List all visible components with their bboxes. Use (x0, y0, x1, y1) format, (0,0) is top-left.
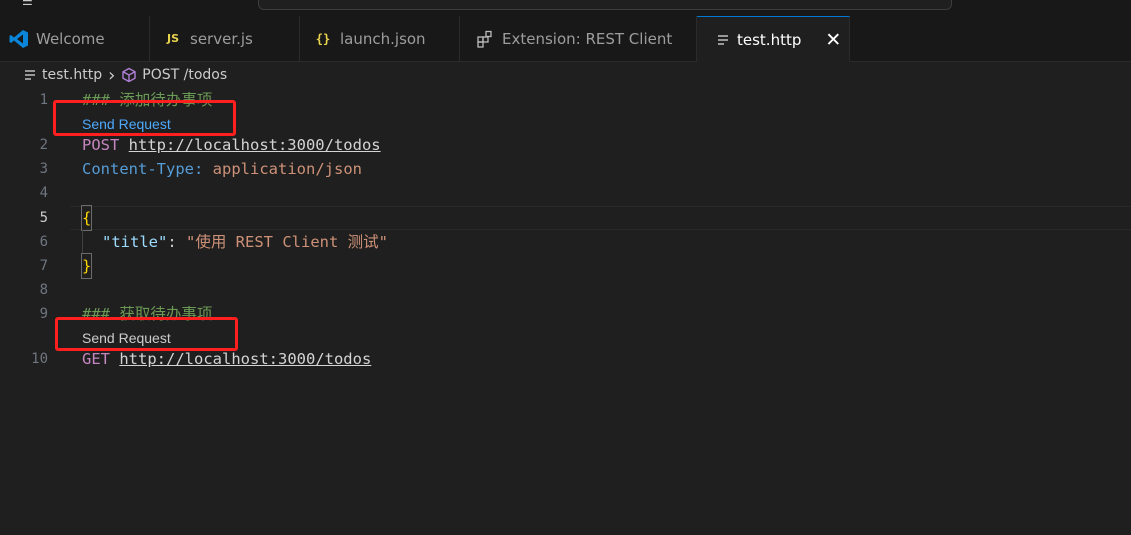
line-number: 2 (39, 137, 48, 153)
code-line-7: 7 } (0, 253, 1131, 279)
tab-label: test.http (737, 30, 802, 49)
tab-label: launch.json (340, 29, 426, 48)
vscode-icon (8, 29, 30, 49)
breadcrumb-file[interactable]: test.http (42, 67, 102, 83)
code-line-5: 5 { (0, 205, 1131, 231)
tab-label: server.js (190, 29, 253, 48)
line-number: 6 (39, 234, 48, 250)
text-file-icon (24, 69, 36, 81)
tab-label: Extension: REST Client (502, 29, 673, 48)
open-brace: { (80, 205, 93, 231)
title-bar: ☰ (0, 0, 1131, 16)
code-line-4: 4 (0, 181, 1131, 205)
tab-test-http[interactable]: test.http ✕ (697, 16, 850, 62)
highlight-box (55, 317, 238, 351)
chevron-right-icon: › (108, 64, 116, 86)
json-file-icon: {} (315, 31, 331, 46)
text-file-icon (715, 34, 731, 46)
breadcrumb: test.http › POST /todos (0, 61, 1131, 89)
editor-tab-bar: Welcome JS server.js {} launch.json Exte… (0, 16, 1131, 62)
highlight-box (53, 100, 236, 136)
js-file-icon: JS (166, 32, 179, 45)
tab-launch-json[interactable]: {} launch.json (300, 16, 460, 61)
line-number: 9 (39, 306, 48, 322)
tab-welcome[interactable]: Welcome (0, 16, 150, 61)
json-colon: : (167, 233, 177, 251)
request-url[interactable]: http://localhost:3000/todos (129, 136, 381, 154)
extension-icon (474, 30, 496, 48)
code-editor[interactable]: 1 ### 添加待办事项 Send Request 2 POST http://… (0, 88, 1131, 535)
json-value: "使用 REST Client 测试" (186, 233, 388, 251)
line-number: 8 (39, 282, 48, 298)
code-line-2: 2 POST http://localhost:3000/todos (0, 133, 1131, 157)
menu-icon[interactable]: ☰ (22, 0, 33, 8)
close-brace: } (80, 253, 93, 279)
header-line: Content-Type: application/json (82, 157, 362, 181)
header-name: Content-Type: (82, 160, 204, 178)
http-method: GET (82, 350, 110, 368)
breadcrumb-symbol[interactable]: POST /todos (142, 67, 227, 83)
code-line-3: 3 Content-Type: application/json (0, 157, 1131, 181)
request-line: GET http://localhost:3000/todos (82, 347, 371, 371)
json-property: "title": "使用 REST Client 测试" (102, 230, 388, 254)
code-line-8: 8 (0, 278, 1131, 302)
http-method: POST (82, 136, 120, 154)
line-number: 10 (31, 351, 48, 367)
line-number: 4 (39, 185, 48, 201)
request-line: POST http://localhost:3000/todos (82, 133, 381, 157)
close-icon[interactable]: ✕ (825, 29, 841, 51)
header-value: application/json (212, 160, 362, 178)
request-url[interactable]: http://localhost:3000/todos (119, 350, 371, 368)
line-number: 7 (39, 258, 48, 274)
code-line-6: 6 "title": "使用 REST Client 测试" (0, 230, 1131, 254)
tab-extension-rest-client[interactable]: Extension: REST Client (460, 16, 697, 61)
line-number: 1 (39, 92, 48, 108)
tab-server-js[interactable]: JS server.js (150, 16, 300, 61)
symbol-method-icon (121, 67, 137, 83)
code-line-10: 10 GET http://localhost:3000/todos (0, 347, 1131, 371)
command-center[interactable] (258, 0, 952, 10)
tab-label: Welcome (36, 29, 105, 48)
line-number: 5 (39, 210, 48, 226)
line-number: 3 (39, 161, 48, 177)
json-key: "title" (102, 233, 168, 251)
